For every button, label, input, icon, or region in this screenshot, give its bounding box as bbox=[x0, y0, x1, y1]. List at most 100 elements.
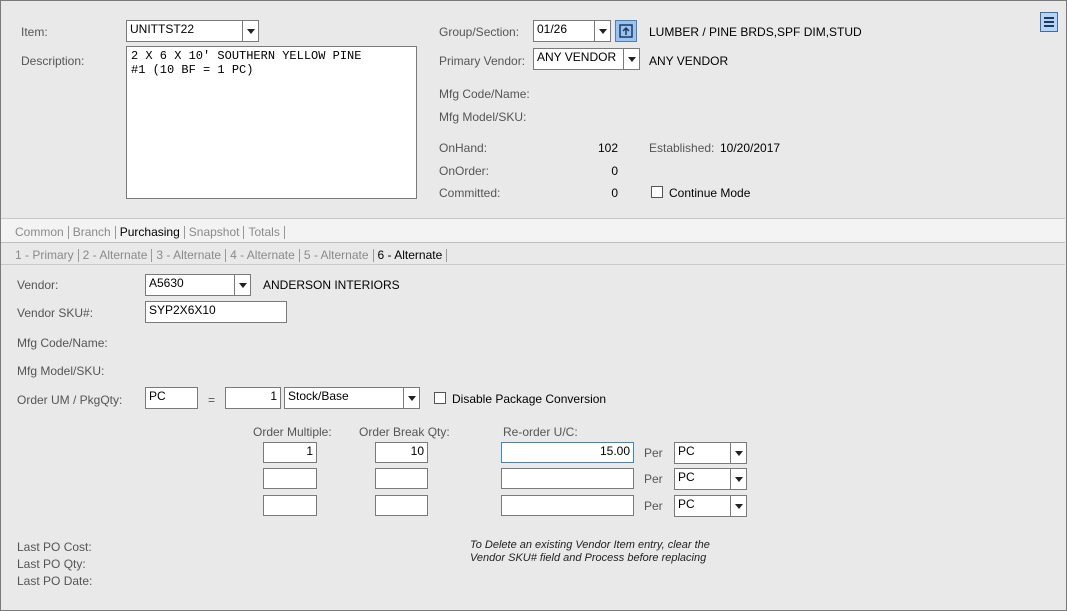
chevron-down-icon bbox=[734, 476, 743, 482]
hamburger-menu-icon bbox=[1044, 17, 1054, 27]
per-label: Per bbox=[644, 472, 663, 486]
order-break-qty-input[interactable] bbox=[375, 495, 428, 516]
per-unit-input[interactable]: PC bbox=[674, 495, 730, 517]
per-unit-dropdown-button[interactable] bbox=[730, 442, 747, 464]
vendor-mfg-code-label: Mfg Code/Name: bbox=[17, 336, 108, 350]
last-po-cost-label: Last PO Cost: bbox=[17, 540, 92, 554]
per-unit-input[interactable]: PC bbox=[674, 468, 730, 490]
item-dropdown-button[interactable] bbox=[242, 20, 259, 42]
pkg-qty-input[interactable]: 1 bbox=[225, 387, 281, 409]
order-multiple-input[interactable] bbox=[263, 468, 317, 489]
reorder-uc-input[interactable] bbox=[501, 495, 634, 516]
chevron-down-icon bbox=[734, 450, 743, 456]
description-textarea[interactable]: 2 X 6 X 10' SOUTHERN YELLOW PINE #1 (10 … bbox=[126, 46, 417, 199]
last-po-date-label: Last PO Date: bbox=[17, 574, 93, 588]
onhand-label: OnHand: bbox=[439, 141, 488, 155]
chevron-down-icon bbox=[246, 28, 255, 34]
item-label: Item: bbox=[21, 25, 48, 39]
tab-divider bbox=[1, 242, 1065, 243]
onorder-value: 0 bbox=[611, 164, 618, 178]
tab-branch[interactable]: Branch bbox=[69, 225, 115, 239]
chevron-down-icon bbox=[407, 395, 416, 401]
vendor-mfg-model-label: Mfg Model/SKU: bbox=[17, 364, 105, 378]
per-unit-input[interactable]: PC bbox=[674, 442, 730, 464]
description-label: Description: bbox=[21, 54, 85, 68]
tab-vendor-1-primary[interactable]: 1 - Primary bbox=[11, 248, 78, 262]
vendor-combo[interactable]: A5630 bbox=[145, 274, 251, 296]
tab-separator bbox=[283, 225, 285, 239]
vendor-sku-input[interactable]: SYP2X6X10 bbox=[145, 301, 287, 323]
chevron-down-icon bbox=[238, 282, 247, 288]
delete-instructions-note: To Delete an existing Vendor Item entry,… bbox=[470, 539, 710, 564]
order-break-qty-header: Order Break Qty: bbox=[359, 425, 450, 439]
order-um-input[interactable]: PC bbox=[145, 387, 198, 409]
per-unit-dropdown-button[interactable] bbox=[730, 468, 747, 490]
reorder-uc-input[interactable] bbox=[501, 468, 634, 489]
item-combo[interactable]: UNITTST22 bbox=[126, 20, 259, 42]
item-input[interactable]: UNITTST22 bbox=[126, 20, 242, 42]
continue-mode-label: Continue Mode bbox=[669, 186, 751, 200]
primary-vendor-input[interactable]: ANY VENDOR bbox=[533, 48, 623, 70]
tab-vendor-5-alternate[interactable]: 5 - Alternate bbox=[300, 248, 373, 262]
established-label: Established: bbox=[649, 141, 715, 155]
disable-package-conversion-label: Disable Package Conversion bbox=[452, 392, 607, 406]
order-break-qty-input[interactable] bbox=[375, 468, 428, 489]
vendor-input[interactable]: A5630 bbox=[145, 274, 234, 296]
onorder-label: OnOrder: bbox=[439, 164, 490, 178]
group-section-input[interactable]: 01/26 bbox=[533, 20, 594, 42]
last-po-qty-label: Last PO Qty: bbox=[17, 557, 86, 571]
tab-snapshot[interactable]: Snapshot bbox=[185, 225, 244, 239]
menu-button[interactable] bbox=[1040, 12, 1058, 32]
tab-totals[interactable]: Totals bbox=[244, 225, 283, 239]
group-section-label: Group/Section: bbox=[439, 25, 520, 39]
chevron-down-icon bbox=[627, 56, 636, 62]
primary-vendor-name: ANY VENDOR bbox=[649, 54, 729, 68]
tab-common[interactable]: Common bbox=[11, 225, 68, 239]
pkg-type-dropdown-button[interactable] bbox=[403, 387, 420, 409]
per-unit-combo[interactable]: PC bbox=[674, 442, 747, 464]
disable-package-conversion-checkbox[interactable] bbox=[434, 392, 446, 404]
primary-vendor-label: Primary Vendor: bbox=[439, 54, 526, 68]
order-multiple-input[interactable]: 1 bbox=[263, 442, 317, 463]
equals-sign: = bbox=[208, 393, 216, 407]
lookup-icon bbox=[619, 24, 633, 38]
group-section-combo[interactable]: 01/26 bbox=[533, 20, 611, 42]
vendor-tabs: 1 - Primary 2 - Alternate 3 - Alternate … bbox=[11, 248, 448, 262]
per-label: Per bbox=[644, 499, 663, 513]
group-section-description: LUMBER / PINE BRDS,SPF DIM,STUD bbox=[649, 25, 862, 39]
tab-separator bbox=[446, 248, 448, 262]
group-lookup-button[interactable] bbox=[615, 20, 637, 42]
tab-vendor-2-alternate[interactable]: 2 - Alternate bbox=[79, 248, 152, 262]
chevron-down-icon bbox=[598, 28, 607, 34]
committed-value: 0 bbox=[611, 186, 618, 200]
reorder-uc-input[interactable]: 15.00 bbox=[501, 442, 634, 463]
per-unit-combo[interactable]: PC bbox=[674, 468, 747, 490]
order-multiple-input[interactable] bbox=[263, 495, 317, 516]
main-tabs: Common Branch Purchasing Snapshot Totals bbox=[11, 225, 285, 239]
per-unit-dropdown-button[interactable] bbox=[730, 495, 747, 517]
per-unit-combo[interactable]: PC bbox=[674, 495, 747, 517]
primary-vendor-combo[interactable]: ANY VENDOR bbox=[533, 48, 640, 70]
order-break-qty-input[interactable]: 10 bbox=[375, 442, 428, 463]
vendor-tab-divider bbox=[1, 264, 1065, 265]
tab-vendor-3-alternate[interactable]: 3 - Alternate bbox=[152, 248, 225, 262]
vendor-dropdown-button[interactable] bbox=[234, 274, 251, 296]
pkg-type-combo[interactable]: Stock/Base bbox=[284, 387, 420, 409]
chevron-down-icon bbox=[734, 503, 743, 509]
header-mfg-model-label: Mfg Model/SKU: bbox=[439, 110, 527, 124]
reorder-uc-header: Re-order U/C: bbox=[503, 425, 578, 439]
tab-purchasing[interactable]: Purchasing bbox=[116, 225, 184, 239]
pkg-type-input[interactable]: Stock/Base bbox=[284, 387, 403, 409]
vendor-label: Vendor: bbox=[17, 278, 59, 292]
continue-mode-checkbox[interactable] bbox=[651, 186, 663, 198]
group-section-dropdown-button[interactable] bbox=[594, 20, 611, 42]
committed-label: Committed: bbox=[439, 186, 501, 200]
primary-vendor-dropdown-button[interactable] bbox=[623, 48, 640, 70]
header-mfg-code-label: Mfg Code/Name: bbox=[439, 87, 530, 101]
tab-vendor-4-alternate[interactable]: 4 - Alternate bbox=[226, 248, 299, 262]
order-um-label: Order UM / PkgQty: bbox=[17, 393, 123, 407]
established-value: 10/20/2017 bbox=[720, 141, 781, 155]
vendor-sku-label: Vendor SKU#: bbox=[17, 306, 94, 320]
per-label: Per bbox=[644, 446, 663, 460]
tab-vendor-6-alternate[interactable]: 6 - Alternate bbox=[374, 248, 447, 262]
